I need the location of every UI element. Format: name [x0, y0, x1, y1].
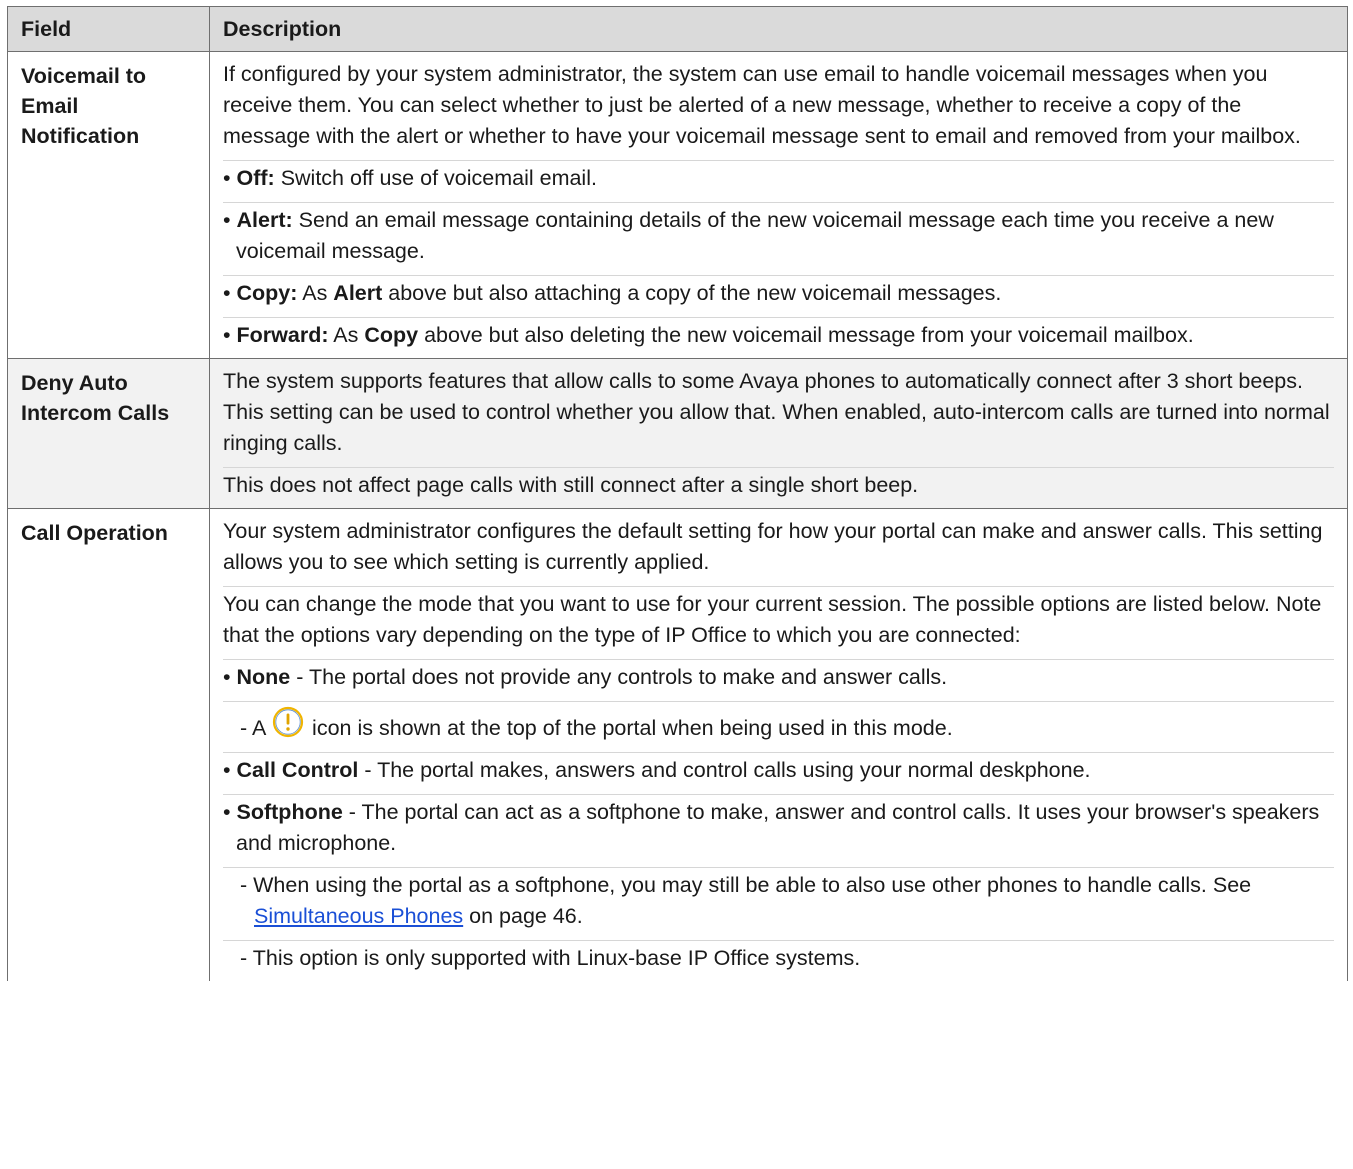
paragraph: Your system administrator configures the… — [223, 514, 1334, 587]
option-label: Copy: — [236, 281, 298, 305]
paragraph: If configured by your system administrat… — [223, 57, 1334, 161]
paragraph: The system supports features that allow … — [223, 364, 1334, 468]
bullet-item: • Copy: As Alert above but also attachin… — [223, 276, 1334, 318]
sub-text: on page 46. — [463, 904, 583, 928]
bullet-item: • Alert: Send an email message containin… — [223, 203, 1334, 276]
sub-text: - When using the portal as a softphone, … — [240, 873, 1252, 897]
option-label: Off: — [236, 166, 275, 190]
option-text: As — [328, 323, 365, 347]
field-description: Your system administrator configures the… — [209, 508, 1348, 981]
sub-text: icon is shown at the top of the portal w… — [306, 716, 953, 740]
paragraph: You can change the mode that you want to… — [223, 587, 1334, 660]
field-name: Voicemail to Email Notification — [7, 51, 210, 359]
option-ref: Copy — [364, 323, 419, 347]
option-text: As — [297, 281, 334, 305]
table-row: Call Operation Your system administrator… — [7, 508, 1348, 981]
table-row: Deny Auto Intercom Calls The system supp… — [7, 358, 1348, 509]
option-text: above but also attaching a copy of the n… — [382, 281, 1002, 305]
option-text: Send an email message containing details… — [236, 208, 1274, 263]
option-text: Switch off use of voicemail email. — [274, 166, 597, 190]
option-text: above but also deleting the new voicemai… — [418, 323, 1194, 347]
bullet-item: • Call Control - The portal makes, answe… — [223, 753, 1334, 795]
option-ref: Alert — [333, 281, 383, 305]
bullet-item: • Off: Switch off use of voicemail email… — [223, 161, 1334, 203]
option-text: - The portal can act as a softphone to m… — [236, 800, 1320, 855]
sub-item: - A icon is shown at the top of the port… — [223, 702, 1334, 753]
header-field: Field — [7, 6, 210, 52]
header-description: Description — [209, 6, 1348, 52]
table-row: Voicemail to Email Notification If confi… — [7, 51, 1348, 359]
option-label: Call Control — [236, 758, 359, 782]
sub-item: - When using the portal as a softphone, … — [223, 868, 1334, 941]
option-text: - The portal makes, answers and control … — [358, 758, 1091, 782]
table-header-row: Field Description — [7, 6, 1348, 52]
exclamation-circle-icon — [272, 706, 304, 738]
bullet-item: • Forward: As Copy above but also deleti… — [223, 323, 1194, 347]
simultaneous-phones-link[interactable]: Simultaneous Phones — [254, 904, 463, 928]
option-label: None — [236, 665, 291, 689]
option-label: Alert: — [236, 208, 293, 232]
option-label: Softphone — [236, 800, 343, 824]
field-description-table: Field Description Voicemail to Email Not… — [7, 6, 1348, 981]
option-label: Forward: — [236, 323, 329, 347]
option-text: - The portal does not provide any contro… — [290, 665, 948, 689]
sub-text: - A — [240, 716, 272, 740]
paragraph: This does not affect page calls with sti… — [223, 473, 919, 497]
bullet-item: • Softphone - The portal can act as a so… — [223, 795, 1334, 868]
field-description: The system supports features that allow … — [209, 358, 1348, 509]
sub-item: - This option is only supported with Lin… — [240, 946, 861, 970]
field-name: Deny Auto Intercom Calls — [7, 358, 210, 509]
bullet-item: • None - The portal does not provide any… — [223, 660, 1334, 702]
field-name: Call Operation — [7, 508, 210, 981]
field-description: If configured by your system administrat… — [209, 51, 1348, 359]
